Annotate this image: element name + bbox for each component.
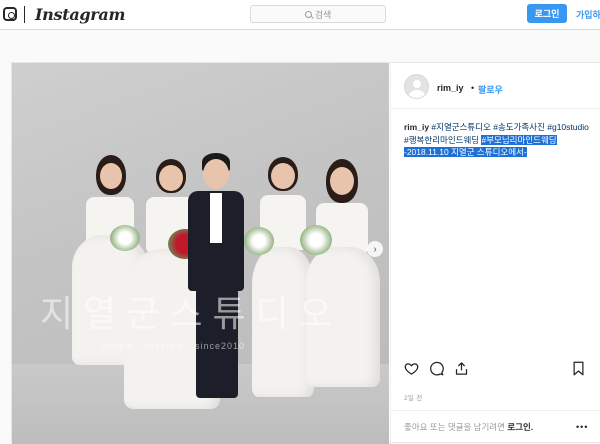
next-arrow-icon[interactable]: › xyxy=(367,241,383,257)
follow-button[interactable]: 팔로우 xyxy=(478,83,503,96)
post-sidebar: rim_iy • 팔로우 rim_iy #지열군스튜디오 #송도가족사진 #g1… xyxy=(390,63,600,444)
post-card: 지열군스튜디오 simple · lifestyle · since2010 ›… xyxy=(11,62,600,444)
save-icon[interactable] xyxy=(571,361,586,376)
post-photo[interactable]: 지열군스튜디오 simple · lifestyle · since2010 › xyxy=(12,63,389,444)
more-options-icon[interactable]: ••• xyxy=(576,422,588,432)
post-username[interactable]: rim_iy xyxy=(437,83,464,93)
action-bar xyxy=(391,361,600,381)
search-icon xyxy=(304,10,312,18)
caption-username[interactable]: rim_iy xyxy=(404,122,429,132)
photo-watermark: 지열군스튜디오 xyxy=(40,294,342,335)
comment-login-link[interactable]: 로그인. xyxy=(507,422,533,432)
bride-figure-4 xyxy=(300,159,380,391)
search-placeholder: 검색 xyxy=(314,9,332,20)
instagram-camera-icon[interactable] xyxy=(3,7,17,21)
instagram-wordmark[interactable]: Instagram xyxy=(35,5,125,24)
top-navigation-bar: Instagram 검색 로그인 가입하 xyxy=(0,0,600,30)
login-button[interactable]: 로그인 xyxy=(527,4,567,23)
post-header: rim_iy • 팔로우 xyxy=(391,63,600,109)
search-input[interactable]: 검색 xyxy=(250,5,386,23)
comment-icon[interactable] xyxy=(429,361,444,376)
groom-figure xyxy=(184,153,248,403)
signup-link[interactable]: 가입하 xyxy=(576,8,600,21)
heart-icon[interactable] xyxy=(404,361,419,376)
share-icon[interactable] xyxy=(454,361,469,376)
comment-prompt-text: 좋아요 또는 댓글을 남기려면 xyxy=(404,422,505,432)
photo-watermark-subtitle: simple · lifestyle · since2010 xyxy=(102,341,246,351)
logo-divider xyxy=(24,6,25,23)
comment-bar: 좋아요 또는 댓글을 남기려면 로그인. ••• xyxy=(391,410,600,444)
post-timestamp: 2일 전 xyxy=(404,395,423,402)
separator-dot: • xyxy=(471,83,475,93)
post-caption: rim_iy #지열군스튜디오 #송도가족사진 #g10studio #행복한리… xyxy=(404,121,594,159)
comment-login-prompt: 좋아요 또는 댓글을 남기려면 로그인. xyxy=(404,421,533,433)
avatar[interactable] xyxy=(404,74,429,99)
